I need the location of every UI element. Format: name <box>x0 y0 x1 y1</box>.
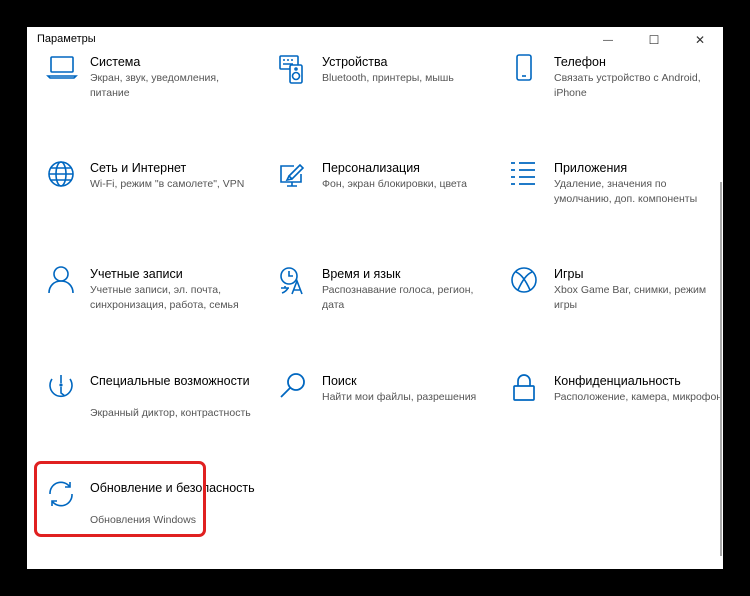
tile-description: Найти мои файлы, разрешения <box>322 391 477 403</box>
laptop-icon <box>46 54 80 88</box>
globe-icon <box>46 160 80 194</box>
tile-system[interactable]: Система Экран, звук, уведомления, питани… <box>46 54 266 144</box>
minimize-icon: — <box>603 34 613 46</box>
tile-name: Учетные записи <box>90 267 183 281</box>
tile-description: Удаление, значения по умолчанию, доп. ко… <box>554 178 698 205</box>
tile-description: Учетные записи, эл. почта, синхронизация… <box>90 284 239 311</box>
close-button[interactable]: ✕ <box>677 27 723 53</box>
settings-window: Параметры — ☐ ✕ Система Экран, звук, уве… <box>27 27 723 569</box>
tile-name: Телефон <box>554 55 606 69</box>
tile-description: Расположение, камера, микрофон <box>554 391 723 403</box>
tile-name: Время и язык <box>322 267 401 281</box>
tile-network[interactable]: Сеть и Интернет Wi-Fi, режим "в самолете… <box>46 160 266 250</box>
tile-search[interactable]: Поиск Найти мои файлы, разрешения <box>278 373 498 463</box>
tile-time-language[interactable]: Время и язык Распознавание голоса, регио… <box>278 266 498 356</box>
lock-icon <box>510 373 544 407</box>
tile-name: Специальные возможности <box>90 374 250 388</box>
title-bar: Параметры — ☐ ✕ <box>27 27 723 53</box>
paint-icon <box>278 160 312 194</box>
person-icon <box>46 266 80 300</box>
tile-description: Фон, экран блокировки, цвета <box>322 178 467 190</box>
tile-name: Поиск <box>322 374 357 388</box>
ease-of-access-icon <box>46 373 80 407</box>
tile-name: Устройства <box>322 55 388 69</box>
maximize-icon: ☐ <box>648 33 660 47</box>
tile-name: Сеть и Интернет <box>90 161 187 175</box>
tile-apps[interactable]: Приложения Удаление, значения по умолчан… <box>510 160 723 250</box>
tile-name: Приложения <box>554 161 628 175</box>
tile-name: Игры <box>554 267 584 281</box>
highlight-frame <box>34 461 206 537</box>
tile-name: Конфиденциальность <box>554 374 681 388</box>
tile-phone[interactable]: Телефон Связать устройство с Android, iP… <box>510 54 723 144</box>
search-icon <box>278 373 312 407</box>
phone-icon <box>510 54 544 88</box>
tile-gaming[interactable]: Игры Xbox Game Bar, снимки, режим игры <box>510 266 723 356</box>
tile-description: Распознавание голоса, регион, дата <box>322 284 474 311</box>
xbox-icon <box>510 266 544 300</box>
tile-accounts[interactable]: Учетные записи Учетные записи, эл. почта… <box>46 266 266 356</box>
window-title: Параметры <box>37 33 96 45</box>
minimize-button[interactable]: — <box>585 27 631 53</box>
tile-personalization[interactable]: Персонализация Фон, экран блокировки, цв… <box>278 160 498 250</box>
keyboard-speaker-icon <box>278 54 312 88</box>
maximize-button[interactable]: ☐ <box>631 27 677 53</box>
apps-list-icon <box>510 160 544 194</box>
tile-description: Экранный диктор, контрастность <box>90 407 251 419</box>
tile-devices[interactable]: Устройства Bluetooth, принтеры, мышь <box>278 54 498 144</box>
tile-ease-of-access[interactable]: Специальные возможности Экранный диктор,… <box>46 373 266 463</box>
time-language-icon <box>278 266 312 300</box>
tile-name: Система <box>90 55 141 69</box>
tile-name: Персонализация <box>322 161 420 175</box>
close-icon: ✕ <box>694 33 706 47</box>
tile-description: Связать устройство с Android, iPhone <box>554 72 701 99</box>
tile-description: Xbox Game Bar, снимки, режим игры <box>554 284 707 311</box>
tile-privacy[interactable]: Конфиденциальность Расположение, камера,… <box>510 373 723 463</box>
tile-description: Экран, звук, уведомления, питание <box>90 72 220 99</box>
tile-description: Bluetooth, принтеры, мышь <box>322 72 454 84</box>
tile-description: Wi-Fi, режим "в самолете", VPN <box>90 178 245 190</box>
scrollbar[interactable] <box>720 182 722 556</box>
